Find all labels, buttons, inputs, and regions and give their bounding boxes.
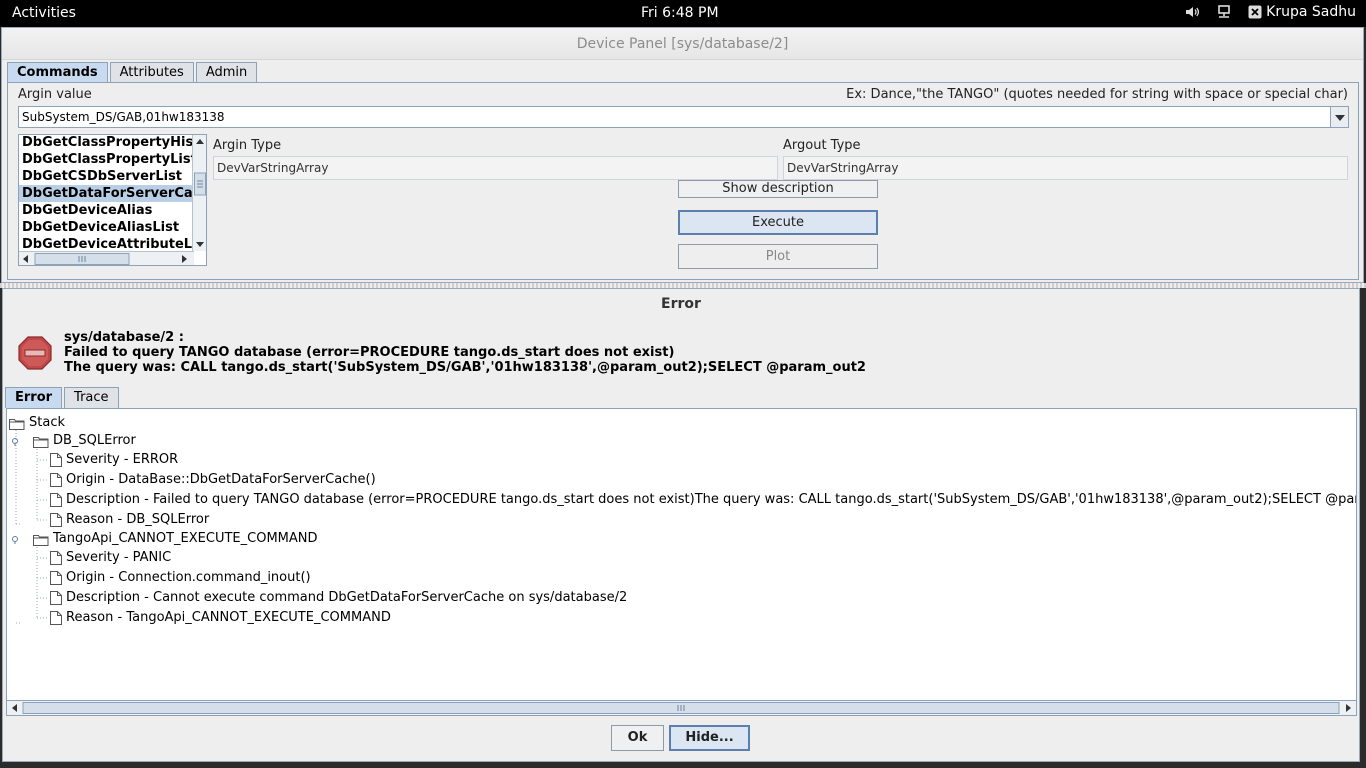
error-tree-hscrollbar[interactable] [6,700,1357,716]
tree-leaf-label: Reason - DB_SQLError [66,512,210,527]
tree-root-label: Stack [29,415,65,430]
stop-sign-icon [18,336,52,370]
list-item[interactable]: DbGetDeviceAliasList [19,219,194,236]
tree-leaf[interactable]: Description - Cannot execute command DbG… [50,588,627,608]
tree-leaf-label: Description - Cannot execute command DbG… [66,590,628,605]
argin-value-label: Argin value [18,87,92,102]
error-tabs: Error Trace [5,387,121,408]
error-dialog-title: Error [661,296,701,312]
document-icon [50,453,62,467]
command-list-hscrollbar[interactable] [19,251,194,265]
command-list-vscrollbar[interactable] [192,135,206,251]
list-item[interactable]: DbGetCSDbServerList [19,168,194,185]
error-message-text: Failed to query TANGO database (error=PR… [64,345,675,360]
list-item[interactable]: DbGetDeviceAlias [19,202,194,219]
device-panel-title: Device Panel [sys/database/2] [2,28,1363,60]
tree-leaf[interactable]: Reason - TangoApi_CANNOT_EXECUTE_COMMAND [50,608,391,628]
argin-type-field: DevVarStringArray [213,156,778,180]
argin-value-input[interactable]: SubSystem_DS/GAB,01hw183138 [18,106,1331,128]
argin-type-label: Argin Type [213,138,282,153]
tree-group-label: DB_SQLError [53,433,136,448]
tab-attributes[interactable]: Attributes [109,62,194,83]
hide-button[interactable]: Hide... [669,725,750,751]
tree-lines [15,427,49,624]
device-panel-tabs: Commands Attributes Admin [7,62,259,83]
network-icon[interactable] [1216,4,1232,20]
commands-panel: Argin value Ex: Dance,"the TANGO" (quote… [7,82,1359,280]
tree-leaf-label: Description - Failed to query TANGO data… [66,492,1357,507]
document-icon [50,571,62,585]
document-icon [50,551,62,565]
document-icon [50,513,62,527]
document-icon [50,493,62,507]
tree-leaf-label: Severity - PANIC [66,550,172,565]
tree-leaf[interactable]: Origin - Connection.command_inout() [50,568,311,588]
folder-open-icon [33,534,49,546]
document-icon [50,611,62,625]
tab-commands[interactable]: Commands [7,62,108,83]
tree-group[interactable]: TangoApi_CANNOT_EXECUTE_COMMAND [11,529,318,549]
tree-root[interactable]: Stack [9,413,65,433]
argin-hint: Ex: Dance,"the TANGO" (quotes needed for… [846,87,1348,102]
tree-leaf-label: Reason - TangoApi_CANNOT_EXECUTE_COMMAND [66,610,391,625]
tab-admin[interactable]: Admin [195,62,258,83]
document-icon [50,473,62,487]
user-x-icon[interactable] [1248,5,1262,19]
error-message-query: The query was: CALL tango.ds_start('SubS… [64,360,866,375]
list-item[interactable]: DbGetClassPropertyHist [19,135,194,151]
argout-type-label: Argout Type [783,138,861,153]
plot-button[interactable]: Plot [678,244,878,269]
tree-leaf[interactable]: Origin - DataBase::DbGetDataForServerCac… [50,470,376,490]
tree-leaf[interactable]: Description - Failed to query TANGO data… [50,490,1357,510]
tree-leaf[interactable]: Reason - DB_SQLError [50,510,209,530]
tree-group[interactable]: DB_SQLError [11,431,136,451]
top-bar: Activities Fri 6:48 PM Krupa Sadhu [0,0,1366,27]
user-menu[interactable]: Krupa Sadhu [1266,4,1356,20]
volume-icon[interactable] [1184,4,1200,20]
list-item[interactable]: DbGetClassPropertyList [19,151,194,168]
show-description-button[interactable]: Show description [678,180,878,198]
error-message-device: sys/database/2 : [64,330,184,345]
ok-button[interactable]: Ok [611,725,664,751]
tree-expand-toggle-icon[interactable] [11,534,21,544]
command-list[interactable]: DbGetClassPropertyHist DbGetClassPropert… [18,134,207,266]
clock[interactable]: Fri 6:48 PM [641,5,719,21]
folder-open-icon [9,418,25,430]
document-icon [50,591,62,605]
tree-expand-toggle-icon[interactable] [11,436,21,446]
tree-leaf-label: Origin - Connection.command_inout() [66,570,311,585]
tree-leaf[interactable]: Severity - ERROR [50,450,178,470]
tab-trace[interactable]: Trace [64,387,119,408]
argout-type-field: DevVarStringArray [783,156,1348,180]
device-panel-window: Device Panel [sys/database/2] Commands A… [1,27,1364,283]
tree-leaf-label: Origin - DataBase::DbGetDataForServerCac… [66,472,376,487]
tab-error[interactable]: Error [5,387,63,408]
error-stack-tree[interactable]: Stack DB_SQLError Severity - ERROR Origi… [6,408,1357,716]
tree-group-label: TangoApi_CANNOT_EXECUTE_COMMAND [53,531,318,546]
list-item-selected[interactable]: DbGetDataForServerCac [19,185,194,202]
system-tray: Krupa Sadhu [1184,4,1356,20]
argin-history-dropdown[interactable] [1330,106,1349,128]
tree-leaf[interactable]: Severity - PANIC [50,548,171,568]
error-dialog: Error sys/database/2 : Failed to query T… [2,288,1360,762]
activities-button[interactable]: Activities [12,5,76,21]
folder-open-icon [33,436,49,448]
tree-leaf-label: Severity - ERROR [66,452,179,467]
execute-button[interactable]: Execute [678,210,878,235]
